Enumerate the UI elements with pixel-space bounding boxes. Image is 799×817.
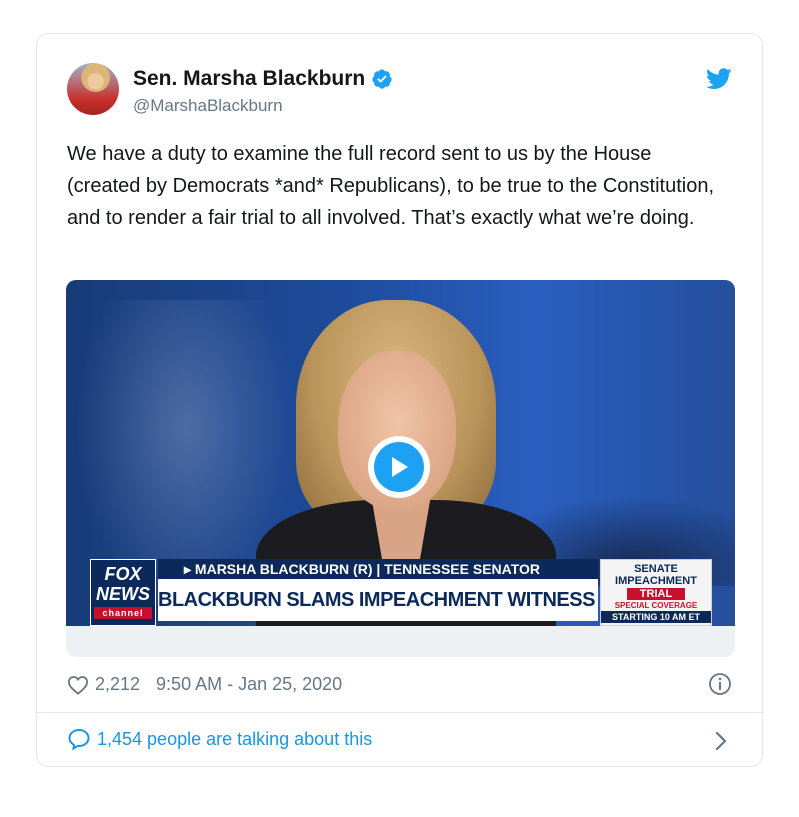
- author-avatar[interactable]: [67, 63, 119, 115]
- fox-news-logo: FOX NEWS channel: [90, 559, 156, 626]
- like-count[interactable]: 2,212: [95, 674, 140, 695]
- divider: [37, 712, 762, 713]
- bug-line-5: STARTING 10 AM ET: [601, 611, 711, 623]
- tweet-meta: 2,212 9:50 AM - Jan 25, 2020: [67, 674, 342, 695]
- bug-line-2: IMPEACHMENT: [615, 575, 697, 587]
- logo-line-2: NEWS: [96, 584, 150, 604]
- chevron-right-icon[interactable]: [714, 730, 728, 752]
- tweet-card[interactable]: Sen. Marsha Blackburn @MarshaBlackburn W…: [36, 33, 763, 767]
- bug-line-4: SPECIAL COVERAGE: [614, 601, 698, 610]
- verified-badge-icon: [372, 69, 392, 89]
- bug-line-1: SENATE: [634, 563, 678, 575]
- author-name[interactable]: Sen. Marsha Blackburn: [133, 67, 365, 91]
- video-player[interactable]: FOX NEWS channel ▸ MARSHA BLACKBURN (R) …: [66, 280, 735, 657]
- play-icon: [374, 442, 424, 492]
- twitter-bird-icon[interactable]: [706, 68, 732, 90]
- talking-count-text[interactable]: 1,454 people are talking about this: [97, 729, 372, 750]
- logo-line-1: FOX: [104, 564, 142, 584]
- coverage-bug: SENATE IMPEACHMENT TRIAL SPECIAL COVERAG…: [600, 559, 712, 626]
- tweet-text: We have a duty to examine the full recor…: [67, 143, 715, 229]
- play-button[interactable]: [368, 436, 430, 498]
- video-thumbnail: FOX NEWS channel ▸ MARSHA BLACKBURN (R) …: [66, 280, 735, 626]
- author-handle[interactable]: @MarshaBlackburn: [133, 96, 283, 116]
- news-chyron: FOX NEWS channel ▸ MARSHA BLACKBURN (R) …: [90, 559, 712, 626]
- tweet-timestamp[interactable]: 9:50 AM - Jan 25, 2020: [156, 674, 342, 695]
- logo-line-3: channel: [94, 607, 152, 619]
- info-icon[interactable]: [708, 672, 732, 696]
- chyron-headline: BLACKBURN SLAMS IMPEACHMENT WITNESS AMID…: [158, 579, 598, 621]
- bug-line-3: TRIAL: [627, 588, 685, 600]
- conversation-link[interactable]: 1,454 people are talking about this: [67, 728, 372, 750]
- chyron-name-bar: ▸ MARSHA BLACKBURN (R) | TENNESSEE SENAT…: [158, 559, 598, 579]
- speech-bubble-icon: [68, 728, 90, 750]
- author-name-row[interactable]: Sen. Marsha Blackburn: [133, 67, 393, 91]
- heart-icon[interactable]: [67, 675, 89, 695]
